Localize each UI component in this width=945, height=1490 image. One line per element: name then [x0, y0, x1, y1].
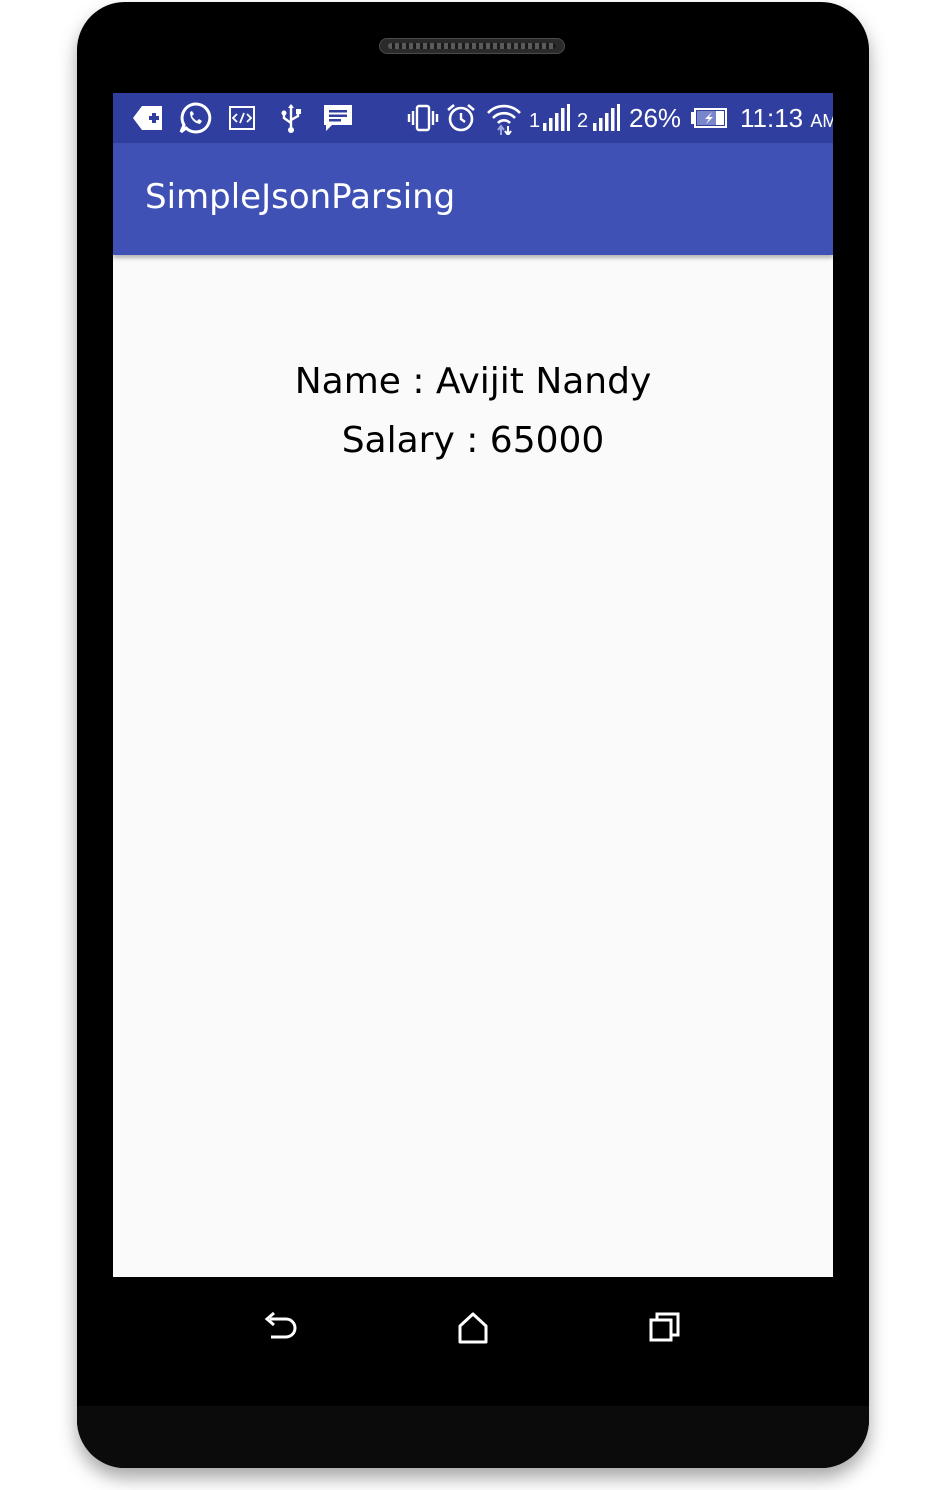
- employee-salary-text: Salary : 65000: [341, 420, 605, 461]
- back-icon[interactable]: [257, 1305, 303, 1351]
- signal-sim2-icon: [591, 101, 621, 135]
- clock-time: 11:13: [740, 103, 804, 133]
- alarm-icon: [445, 101, 477, 135]
- battery-charging-icon: [690, 101, 728, 135]
- earpiece-speaker: [379, 38, 565, 54]
- battery-percent: 26%: [629, 103, 682, 133]
- app-bar: SimpleJsonParsing: [113, 143, 833, 255]
- recents-icon[interactable]: [642, 1305, 688, 1351]
- code-icon: [227, 101, 257, 135]
- device-screen: 1 2 26% 11:13 AM SimpleJsonParsing Name …: [113, 93, 833, 1277]
- wifi-icon: [486, 101, 522, 135]
- usb-icon: [277, 101, 305, 135]
- clock: 11:13 AM: [740, 102, 833, 137]
- sim2-label: 2: [577, 110, 589, 132]
- phone-chin: [77, 1406, 869, 1468]
- sim1-label: 1: [529, 110, 541, 132]
- home-icon[interactable]: [450, 1305, 496, 1351]
- signal-sim1-icon: [541, 101, 571, 135]
- navigation-bar: [113, 1277, 833, 1375]
- whatsapp-icon: [177, 101, 213, 135]
- vibrate-icon: [406, 101, 440, 135]
- status-bar: 1 2 26% 11:13 AM: [113, 93, 833, 143]
- clock-ampm: AM: [810, 111, 833, 131]
- main-content: Name : Avijit Nandy Salary : 65000: [113, 255, 833, 1277]
- message-icon: [321, 101, 355, 135]
- speaker-grille: [388, 43, 556, 49]
- employee-name-text: Name : Avijit Nandy: [294, 361, 652, 402]
- app-title: SimpleJsonParsing: [145, 177, 456, 217]
- add-contact-icon: [131, 101, 165, 135]
